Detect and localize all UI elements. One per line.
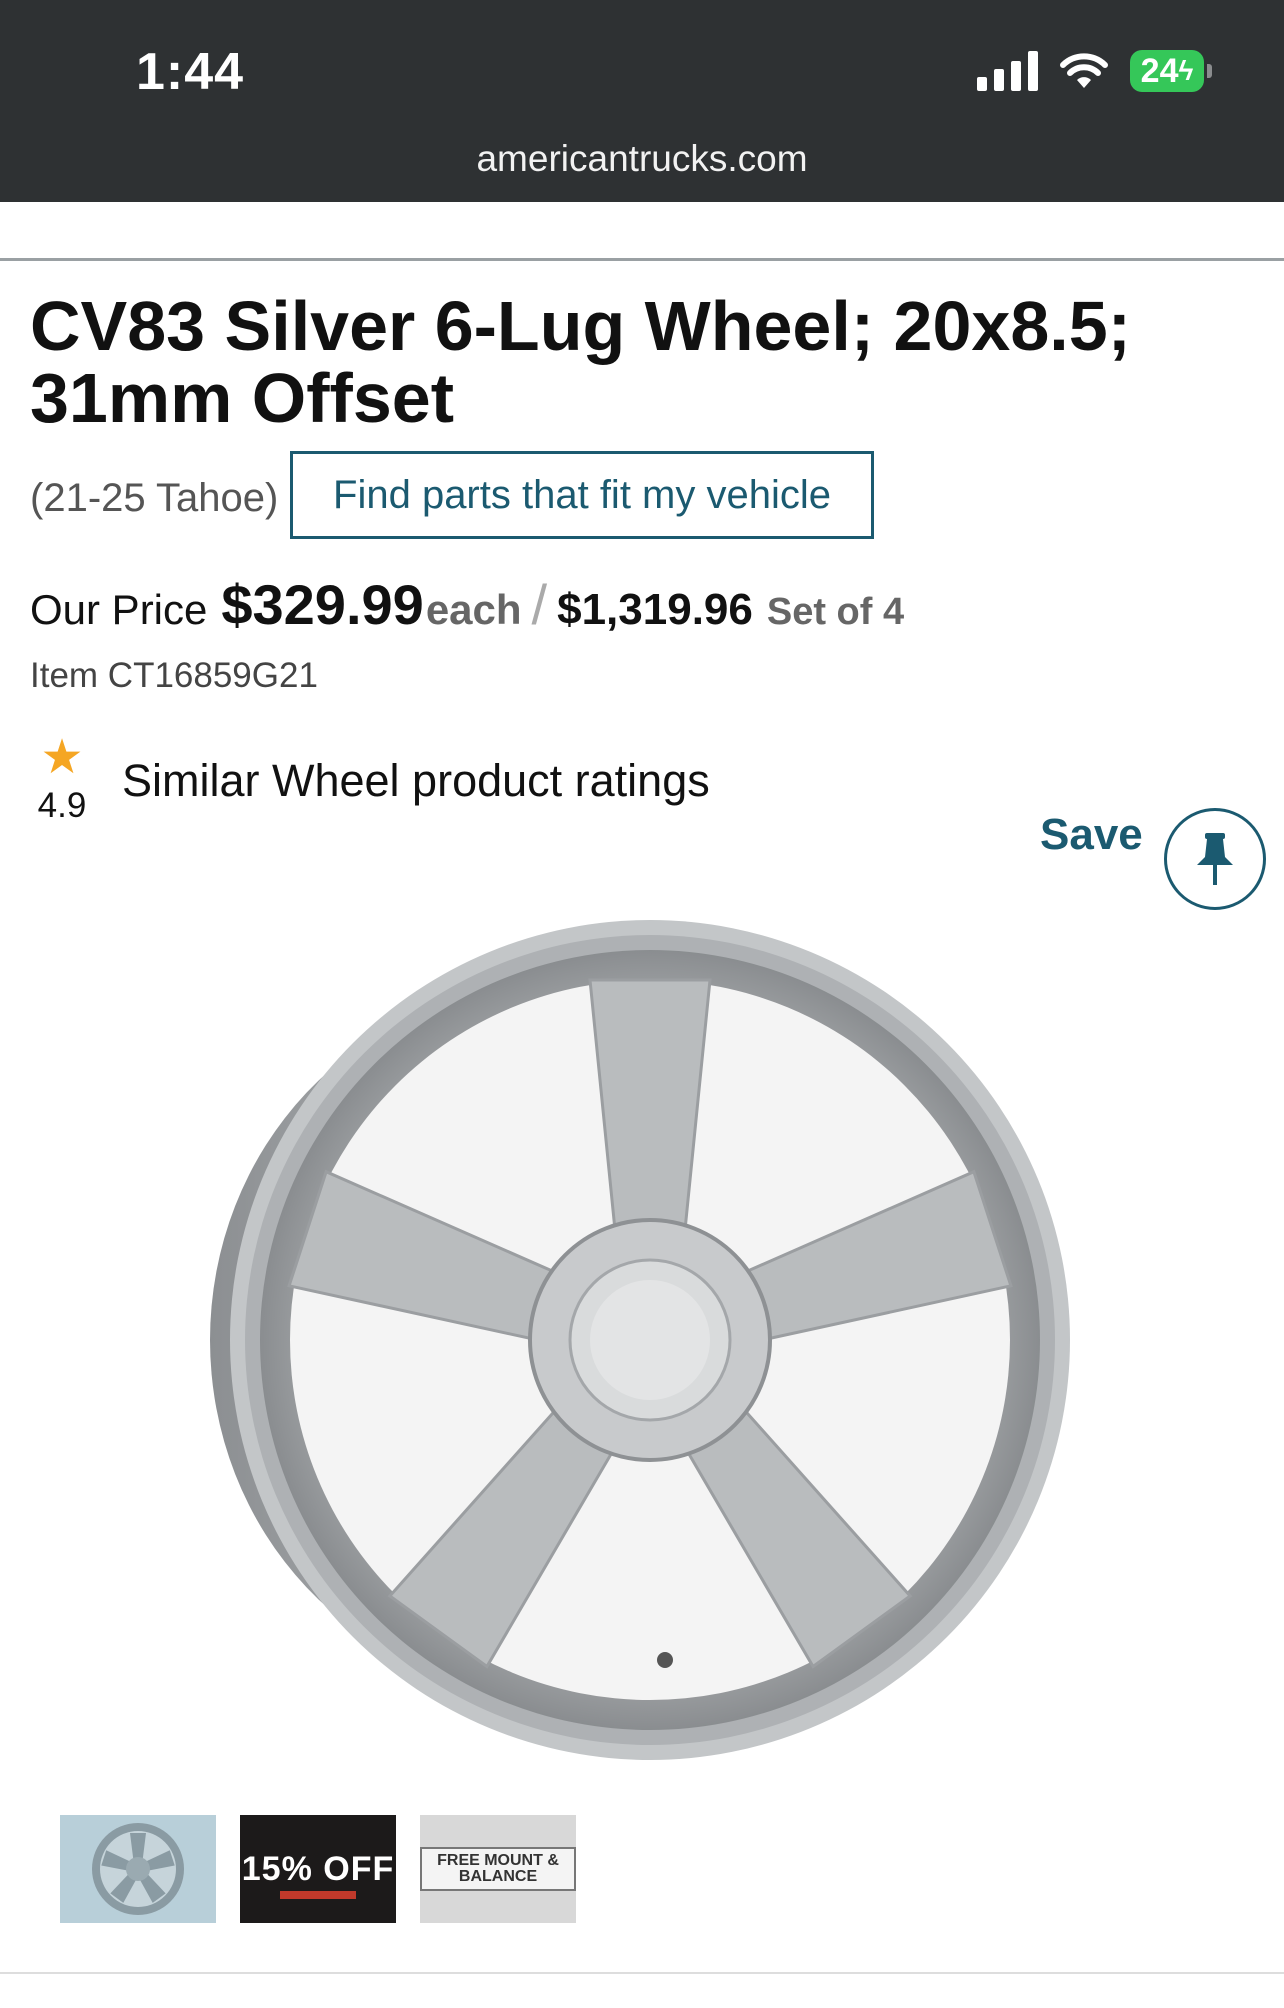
thumbnail-strip: 15% OFF FREE MOUNT & BALANCE — [60, 1815, 576, 1923]
pin-icon — [1197, 833, 1233, 885]
cellular-signal-icon — [977, 51, 1038, 91]
page-header-strip — [0, 202, 1284, 258]
divider-bottom — [0, 1972, 1284, 1974]
rating-label[interactable]: Similar Wheel product ratings — [122, 755, 710, 807]
save-label[interactable]: Save — [1040, 810, 1143, 860]
set-price: $1,319.96 — [557, 585, 753, 634]
each-label: each — [425, 586, 522, 633]
vehicle-fitment: (21-25 Tahoe) — [30, 476, 279, 520]
our-price-label: Our Price — [30, 586, 208, 633]
rating[interactable]: ★ 4.9 — [30, 734, 94, 826]
promo-code-bar — [280, 1891, 356, 1899]
wifi-icon — [1060, 53, 1108, 88]
promo-text: 15% OFF — [241, 1849, 395, 1888]
valve-stem — [657, 1652, 673, 1668]
status-icons: 24 ϟ — [977, 50, 1212, 92]
battery-level: 24 — [1140, 51, 1179, 90]
clock: 1:44 — [136, 43, 245, 101]
find-parts-button[interactable]: Find parts that fit my vehicle — [290, 451, 874, 539]
thumbnail-free-mount[interactable]: FREE MOUNT & BALANCE — [420, 1815, 576, 1923]
battery-icon: 24 ϟ — [1130, 50, 1212, 92]
divider — [0, 258, 1284, 261]
status-bar: 1:44 24 ϟ americantrucks.com — [0, 0, 1284, 202]
wheel-thumbnail-icon — [92, 1823, 184, 1915]
thumbnail-promo[interactable]: 15% OFF — [240, 1815, 396, 1923]
star-icon: ★ — [40, 731, 84, 784]
free-mount-badge: FREE MOUNT & BALANCE — [420, 1847, 576, 1891]
thumbnail-wheel[interactable] — [60, 1815, 216, 1923]
item-number: Item CT16859G21 — [30, 656, 318, 695]
product-image[interactable] — [210, 900, 1070, 1760]
address-bar-url[interactable]: americantrucks.com — [0, 138, 1284, 180]
price-separator: / — [531, 573, 548, 636]
price-row: Our Price $329.99 each / $1,319.96 Set o… — [30, 572, 904, 637]
rating-value: 4.9 — [37, 786, 87, 825]
unit-price: $329.99 — [221, 573, 424, 636]
product-title: CV83 Silver 6-Lug Wheel; 20x8.5; 31mm Of… — [30, 287, 1131, 437]
save-button[interactable] — [1164, 808, 1266, 910]
set-label: Set of 4 — [766, 591, 905, 633]
